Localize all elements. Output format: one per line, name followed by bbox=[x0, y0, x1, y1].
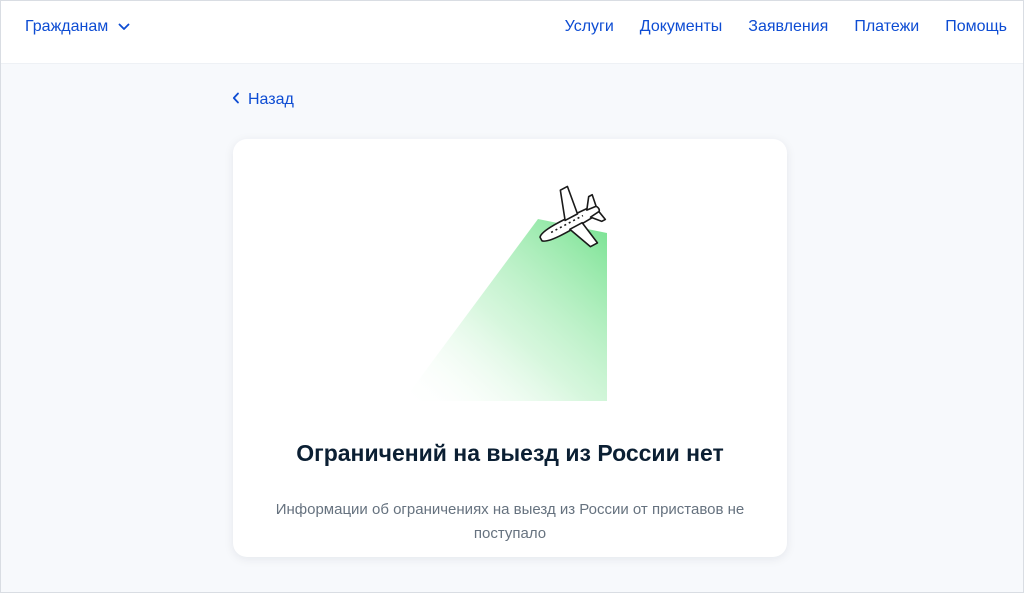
nav-item-payments[interactable]: Платежи bbox=[854, 18, 919, 36]
result-card: Ограничений на выезд из России нет Инфор… bbox=[233, 139, 787, 557]
nav-item-help[interactable]: Помощь bbox=[945, 18, 1007, 36]
back-label: Назад bbox=[248, 91, 294, 108]
nav-item-applications[interactable]: Заявления bbox=[748, 18, 828, 36]
role-selector[interactable]: Гражданам bbox=[25, 18, 130, 36]
light-beam bbox=[403, 219, 607, 401]
chevron-down-icon bbox=[118, 23, 130, 31]
result-description: Информации об ограничениях на выезд из Р… bbox=[275, 501, 745, 542]
main-nav: Услуги Документы Заявления Платежи Помощ… bbox=[565, 18, 1007, 36]
result-title: Ограничений на выезд из России нет bbox=[296, 440, 724, 467]
back-link[interactable]: Назад bbox=[232, 91, 294, 109]
chevron-left-icon bbox=[232, 91, 240, 109]
top-bar: Гражданам Услуги Документы Заявления Пла… bbox=[1, 1, 1023, 64]
role-label: Гражданам bbox=[25, 18, 109, 35]
airplane-illustration bbox=[233, 139, 787, 409]
nav-item-services[interactable]: Услуги bbox=[565, 18, 614, 36]
nav-item-documents[interactable]: Документы bbox=[640, 18, 722, 36]
